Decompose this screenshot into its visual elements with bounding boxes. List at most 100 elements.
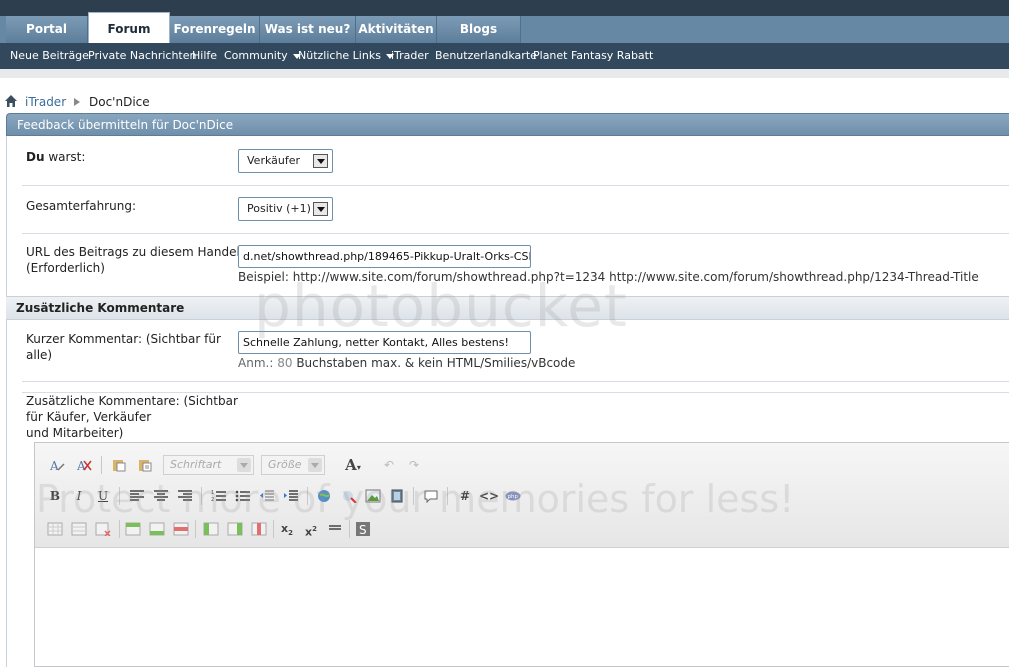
undo-icon[interactable]: ↶ bbox=[379, 455, 399, 475]
quote-icon[interactable] bbox=[421, 486, 441, 506]
tab-was-ist-neu[interactable]: Was ist neu? bbox=[260, 16, 356, 43]
delete-table-icon[interactable] bbox=[93, 519, 113, 539]
block-title: Feedback übermitteln für Doc'nDice bbox=[17, 118, 234, 132]
toolbar-separator bbox=[201, 487, 202, 505]
chevron-down-icon bbox=[313, 154, 328, 168]
subnav-nuetzliche-links[interactable]: Nützliche Links bbox=[298, 43, 394, 69]
delete-column-icon[interactable] bbox=[249, 519, 269, 539]
home-icon[interactable] bbox=[5, 95, 17, 107]
remove-format-icon[interactable]: A bbox=[47, 455, 67, 475]
insert-image-icon[interactable] bbox=[363, 486, 383, 506]
tab-forum[interactable]: Forum bbox=[88, 12, 170, 43]
long-comment-label: Zusätzliche Kommentare: (Sichtbar für Kä… bbox=[26, 394, 238, 440]
chevron-down-icon bbox=[308, 458, 322, 472]
block-header: Feedback übermitteln für Doc'nDice bbox=[6, 113, 1009, 136]
breadcrumb-current: Doc'nDice bbox=[89, 95, 150, 109]
svg-text:S: S bbox=[359, 523, 367, 536]
subnav-itrader[interactable]: iTrader bbox=[391, 43, 429, 69]
role-label: Du warst: bbox=[26, 150, 86, 164]
italic-icon[interactable]: I bbox=[69, 486, 89, 506]
insert-row-before-icon[interactable] bbox=[123, 519, 143, 539]
editor-toolbar: A A Schriftart Größe A▾ ↶ ↷ B I U 12 # <… bbox=[35, 443, 1009, 548]
url-label: URL des Beitrags zu diesem Handel: (Erfo… bbox=[26, 245, 244, 275]
table-properties-icon[interactable] bbox=[69, 519, 89, 539]
align-right-icon[interactable] bbox=[175, 486, 195, 506]
horizontal-rule-icon[interactable] bbox=[325, 519, 345, 539]
redo-icon[interactable]: ↷ bbox=[404, 455, 424, 475]
size-select[interactable]: Größe bbox=[261, 455, 325, 475]
sub-navigation: Neue Beiträge Private Nachrichten Hilfe … bbox=[0, 43, 1009, 69]
chevron-down-icon bbox=[313, 202, 328, 216]
row-divider bbox=[22, 233, 1009, 234]
svg-text:2: 2 bbox=[211, 497, 214, 503]
ordered-list-icon[interactable]: 12 bbox=[209, 486, 229, 506]
tab-blogs[interactable]: Blogs bbox=[437, 16, 521, 43]
svg-text:A: A bbox=[49, 459, 59, 472]
php-code-icon[interactable]: php bbox=[503, 486, 523, 506]
subnav-hilfe[interactable]: Hilfe bbox=[192, 43, 217, 69]
subscript-icon[interactable]: x2 bbox=[277, 519, 297, 539]
url-input[interactable]: d.net/showthread.php/189465-Pikkup-Uralt… bbox=[238, 245, 531, 268]
align-center-icon[interactable] bbox=[151, 486, 171, 506]
section-title: Zusätzliche Kommentare bbox=[6, 296, 1009, 320]
toolbar-separator bbox=[447, 487, 448, 505]
bold-icon[interactable]: B bbox=[45, 486, 65, 506]
row-divider bbox=[22, 185, 1009, 186]
table-icon[interactable] bbox=[45, 519, 65, 539]
svg-text:php: php bbox=[508, 494, 519, 500]
main-tab-bar: Portal Forum Forenregeln Was ist neu? Ak… bbox=[0, 12, 1009, 43]
subnav-planet-fantasy-rabatt[interactable]: Planet Fantasy Rabatt bbox=[533, 43, 653, 69]
subnav-neue-beitraege[interactable]: Neue Beiträge bbox=[10, 43, 89, 69]
indent-icon[interactable] bbox=[281, 486, 301, 506]
underline-icon[interactable]: U bbox=[93, 486, 113, 506]
experience-select-value: Positiv (+1) bbox=[247, 202, 311, 215]
svg-text:1: 1 bbox=[211, 490, 214, 496]
toolbar-separator bbox=[307, 487, 308, 505]
toolbar-separator bbox=[195, 520, 196, 538]
hashtag-icon[interactable]: # bbox=[455, 486, 475, 506]
nav-underbar bbox=[0, 69, 1009, 78]
toolbar-separator bbox=[349, 520, 350, 538]
insert-column-after-icon[interactable] bbox=[225, 519, 245, 539]
role-select[interactable]: Verkäufer bbox=[238, 149, 333, 173]
tab-aktivitaeten[interactable]: Aktivitäten bbox=[356, 16, 437, 43]
toolbar-separator bbox=[413, 487, 414, 505]
unordered-list-icon[interactable] bbox=[233, 486, 253, 506]
subnav-private-nachrichten[interactable]: Private Nachrichten bbox=[88, 43, 197, 69]
delete-row-icon[interactable] bbox=[171, 519, 191, 539]
experience-label: Gesamterfahrung: bbox=[26, 199, 136, 213]
outdent-icon[interactable] bbox=[257, 486, 277, 506]
insert-video-icon[interactable] bbox=[387, 486, 407, 506]
rich-text-editor: A A Schriftart Größe A▾ ↶ ↷ B I U 12 # <… bbox=[34, 442, 1009, 667]
chevron-down-icon bbox=[237, 458, 251, 472]
align-left-icon[interactable] bbox=[127, 486, 147, 506]
short-comment-input[interactable]: Schnelle Zahlung, netter Kontakt, Alles … bbox=[238, 331, 531, 354]
superscript-icon[interactable]: x2 bbox=[301, 519, 321, 539]
role-select-value: Verkäufer bbox=[247, 154, 301, 167]
toolbar-separator bbox=[119, 520, 120, 538]
remove-link-icon[interactable] bbox=[339, 486, 359, 506]
experience-select[interactable]: Positiv (+1) bbox=[238, 197, 333, 221]
code-icon[interactable]: <> bbox=[479, 486, 499, 506]
short-comment-label: Kurzer Kommentar: (Sichtbar für alle) bbox=[26, 332, 221, 362]
font-select[interactable]: Schriftart bbox=[163, 455, 254, 475]
tab-portal[interactable]: Portal bbox=[6, 16, 88, 43]
toolbar-separator bbox=[273, 520, 274, 538]
insert-link-icon[interactable] bbox=[315, 486, 335, 506]
subnav-benutzerlandkarte[interactable]: Benutzerlandkarte bbox=[435, 43, 537, 69]
insert-column-before-icon[interactable] bbox=[201, 519, 221, 539]
clear-style-icon[interactable]: A bbox=[74, 455, 94, 475]
breadcrumb-link-itrader[interactable]: iTrader bbox=[25, 94, 66, 110]
insert-row-after-icon[interactable] bbox=[147, 519, 167, 539]
source-mode-icon[interactable]: S bbox=[353, 519, 373, 539]
paste-text-icon[interactable] bbox=[135, 455, 155, 475]
font-color-icon[interactable]: A▾ bbox=[337, 455, 369, 475]
toolbar-separator bbox=[119, 487, 120, 505]
paste-icon[interactable] bbox=[109, 455, 129, 475]
breadcrumb-separator-icon bbox=[74, 98, 80, 106]
tab-forenregeln[interactable]: Forenregeln bbox=[170, 16, 260, 43]
row-divider bbox=[22, 381, 1009, 382]
short-comment-hint: Anm.: 80 Buchstaben max. & kein HTML/Smi… bbox=[238, 356, 576, 370]
toolbar-separator bbox=[101, 456, 102, 474]
subnav-community[interactable]: Community bbox=[224, 43, 301, 69]
